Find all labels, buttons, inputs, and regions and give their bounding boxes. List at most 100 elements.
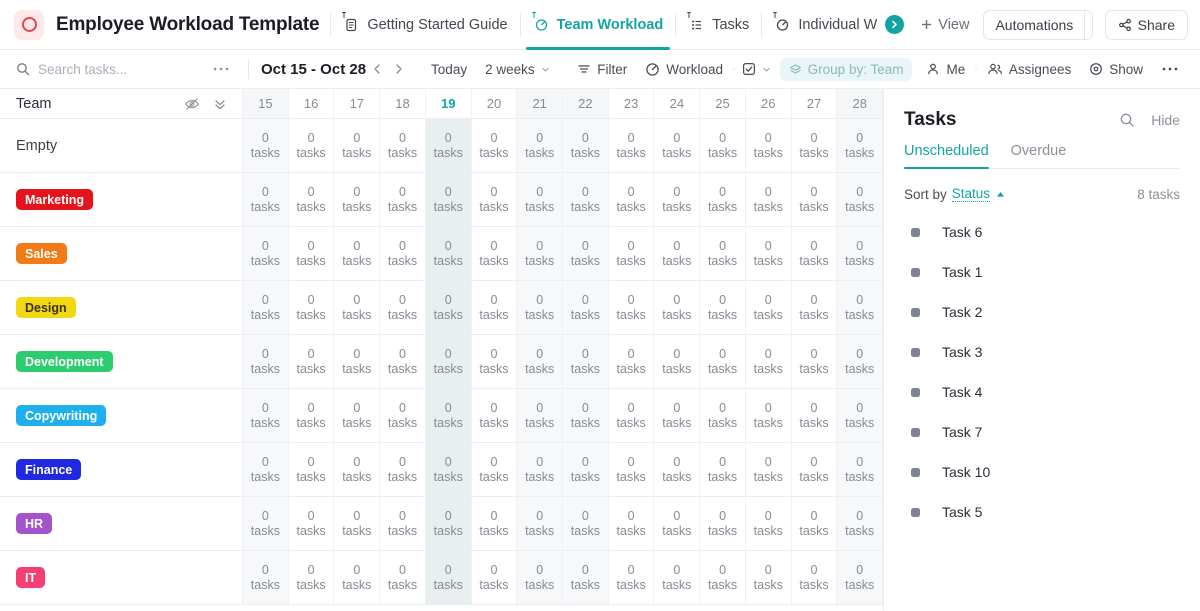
day-header-cell[interactable]: 28	[837, 89, 884, 118]
workload-cell[interactable]: 0 tasks	[654, 281, 701, 334]
workload-button[interactable]: Workload	[636, 62, 732, 77]
workload-cell[interactable]: 0 tasks	[563, 335, 609, 388]
workload-cell[interactable]: 0 tasks	[472, 227, 518, 280]
workload-cell[interactable]: 0 tasks	[746, 389, 792, 442]
workload-cell[interactable]: 0 tasks	[425, 443, 472, 496]
workload-cell[interactable]: 0 tasks	[700, 119, 746, 172]
workspace-logo[interactable]	[14, 9, 44, 40]
workload-cell[interactable]: 0 tasks	[563, 497, 609, 550]
workload-cell[interactable]: 0 tasks	[792, 335, 838, 388]
workload-cell[interactable]: 0 tasks	[380, 551, 426, 604]
list-item[interactable]: Task 10	[904, 452, 1180, 492]
workload-cell[interactable]: 0 tasks	[334, 173, 381, 226]
status-badge[interactable]	[911, 387, 920, 397]
workload-cell[interactable]: 0 tasks	[289, 497, 335, 550]
prev-period-button[interactable]	[366, 62, 388, 76]
workload-cell[interactable]: 0 tasks	[380, 173, 426, 226]
workload-cell[interactable]: 0 tasks	[654, 227, 701, 280]
status-badge[interactable]	[911, 267, 920, 277]
search-box[interactable]	[16, 61, 206, 77]
filter-button[interactable]: Filter	[568, 62, 636, 77]
workload-cell[interactable]: 0 tasks	[654, 443, 701, 496]
workload-cell[interactable]: 0 tasks	[425, 551, 472, 604]
workload-cell[interactable]: 0 tasks	[380, 227, 426, 280]
team-cell[interactable]: Copywriting	[0, 389, 243, 442]
tab-tasks[interactable]: Tasks	[687, 0, 750, 50]
day-header-cell[interactable]: 23	[609, 89, 655, 118]
list-item[interactable]: Task 2	[904, 292, 1180, 332]
team-cell[interactable]: Design	[0, 281, 243, 334]
workload-cell[interactable]: 0 tasks	[472, 173, 518, 226]
workload-cell[interactable]: 0 tasks	[517, 443, 564, 496]
workload-cell[interactable]: 0 tasks	[609, 551, 655, 604]
workload-cell[interactable]: 0 tasks	[517, 551, 564, 604]
workload-cell[interactable]: 0 tasks	[289, 281, 335, 334]
workload-cell[interactable]: 0 tasks	[746, 551, 792, 604]
workload-cell[interactable]: 0 tasks	[746, 497, 792, 550]
team-cell[interactable]: Finance	[0, 443, 243, 496]
workload-cell[interactable]: 0 tasks	[563, 227, 609, 280]
workload-cell[interactable]: 0 tasks	[746, 335, 792, 388]
workload-cell[interactable]: 0 tasks	[334, 497, 381, 550]
workload-cell[interactable]: 0 tasks	[334, 335, 381, 388]
workload-cell[interactable]: 0 tasks	[792, 119, 838, 172]
toolbar-more-button[interactable]	[1152, 66, 1188, 72]
day-header-cell[interactable]: 17	[334, 89, 381, 118]
workload-cell[interactable]: 0 tasks	[472, 551, 518, 604]
add-view-button[interactable]: View	[920, 17, 969, 33]
workload-cell[interactable]: 0 tasks	[517, 227, 564, 280]
day-header-cell[interactable]: 22	[563, 89, 609, 118]
workload-cell[interactable]: 0 tasks	[609, 497, 655, 550]
workload-cell[interactable]: 0 tasks	[563, 389, 609, 442]
workload-cell[interactable]: 0 tasks	[563, 119, 609, 172]
workload-cell[interactable]: 0 tasks	[700, 443, 746, 496]
workload-cell[interactable]: 0 tasks	[837, 443, 884, 496]
workload-cell[interactable]: 0 tasks	[289, 119, 335, 172]
workload-cell[interactable]: 0 tasks	[334, 443, 381, 496]
workload-cell[interactable]: 0 tasks	[380, 443, 426, 496]
workload-cell[interactable]: 0 tasks	[243, 119, 289, 172]
workload-cell[interactable]: 0 tasks	[700, 281, 746, 334]
workload-cell[interactable]: 0 tasks	[243, 335, 289, 388]
workload-cell[interactable]: 0 tasks	[380, 497, 426, 550]
workload-cell[interactable]: 0 tasks	[746, 173, 792, 226]
list-item[interactable]: Task 4	[904, 372, 1180, 412]
workload-cell[interactable]: 0 tasks	[700, 551, 746, 604]
workload-cell[interactable]: 0 tasks	[289, 389, 335, 442]
workload-cell[interactable]: 0 tasks	[334, 389, 381, 442]
workload-cell[interactable]: 0 tasks	[243, 173, 289, 226]
workload-cell[interactable]: 0 tasks	[792, 281, 838, 334]
workload-cell[interactable]: 0 tasks	[472, 281, 518, 334]
workload-cell[interactable]: 0 tasks	[700, 173, 746, 226]
workload-cell[interactable]: 0 tasks	[517, 119, 564, 172]
team-cell[interactable]: HR	[0, 497, 243, 550]
workload-cell[interactable]: 0 tasks	[837, 551, 884, 604]
status-badge[interactable]	[911, 347, 920, 357]
workload-cell[interactable]: 0 tasks	[609, 443, 655, 496]
workload-cell[interactable]: 0 tasks	[517, 497, 564, 550]
workload-cell[interactable]: 0 tasks	[425, 119, 472, 172]
workload-cell[interactable]: 0 tasks	[425, 281, 472, 334]
show-button[interactable]: Show	[1080, 62, 1152, 77]
workload-cell[interactable]: 0 tasks	[472, 119, 518, 172]
list-item[interactable]: Task 5	[904, 492, 1180, 532]
workload-cell[interactable]: 0 tasks	[700, 497, 746, 550]
workload-cell[interactable]: 0 tasks	[792, 173, 838, 226]
workload-cell[interactable]: 0 tasks	[472, 335, 518, 388]
workload-cell[interactable]: 0 tasks	[563, 173, 609, 226]
workload-cell[interactable]: 0 tasks	[837, 227, 884, 280]
day-header-cell[interactable]: 27	[792, 89, 838, 118]
day-header-cell[interactable]: 19	[426, 89, 472, 118]
day-header-cell[interactable]: 20	[472, 89, 518, 118]
workload-cell[interactable]: 0 tasks	[746, 443, 792, 496]
sort-key-button[interactable]: Status	[951, 186, 991, 202]
workload-cell[interactable]: 0 tasks	[472, 497, 518, 550]
ellipsis-icon[interactable]	[206, 66, 236, 72]
workload-cell[interactable]: 0 tasks	[425, 497, 472, 550]
workload-cell[interactable]: 0 tasks	[609, 227, 655, 280]
status-badge[interactable]	[911, 507, 920, 517]
workload-cell[interactable]: 0 tasks	[609, 389, 655, 442]
workload-cell[interactable]: 0 tasks	[654, 335, 701, 388]
team-cell[interactable]: Sales	[0, 227, 243, 280]
search-input[interactable]	[38, 61, 188, 77]
